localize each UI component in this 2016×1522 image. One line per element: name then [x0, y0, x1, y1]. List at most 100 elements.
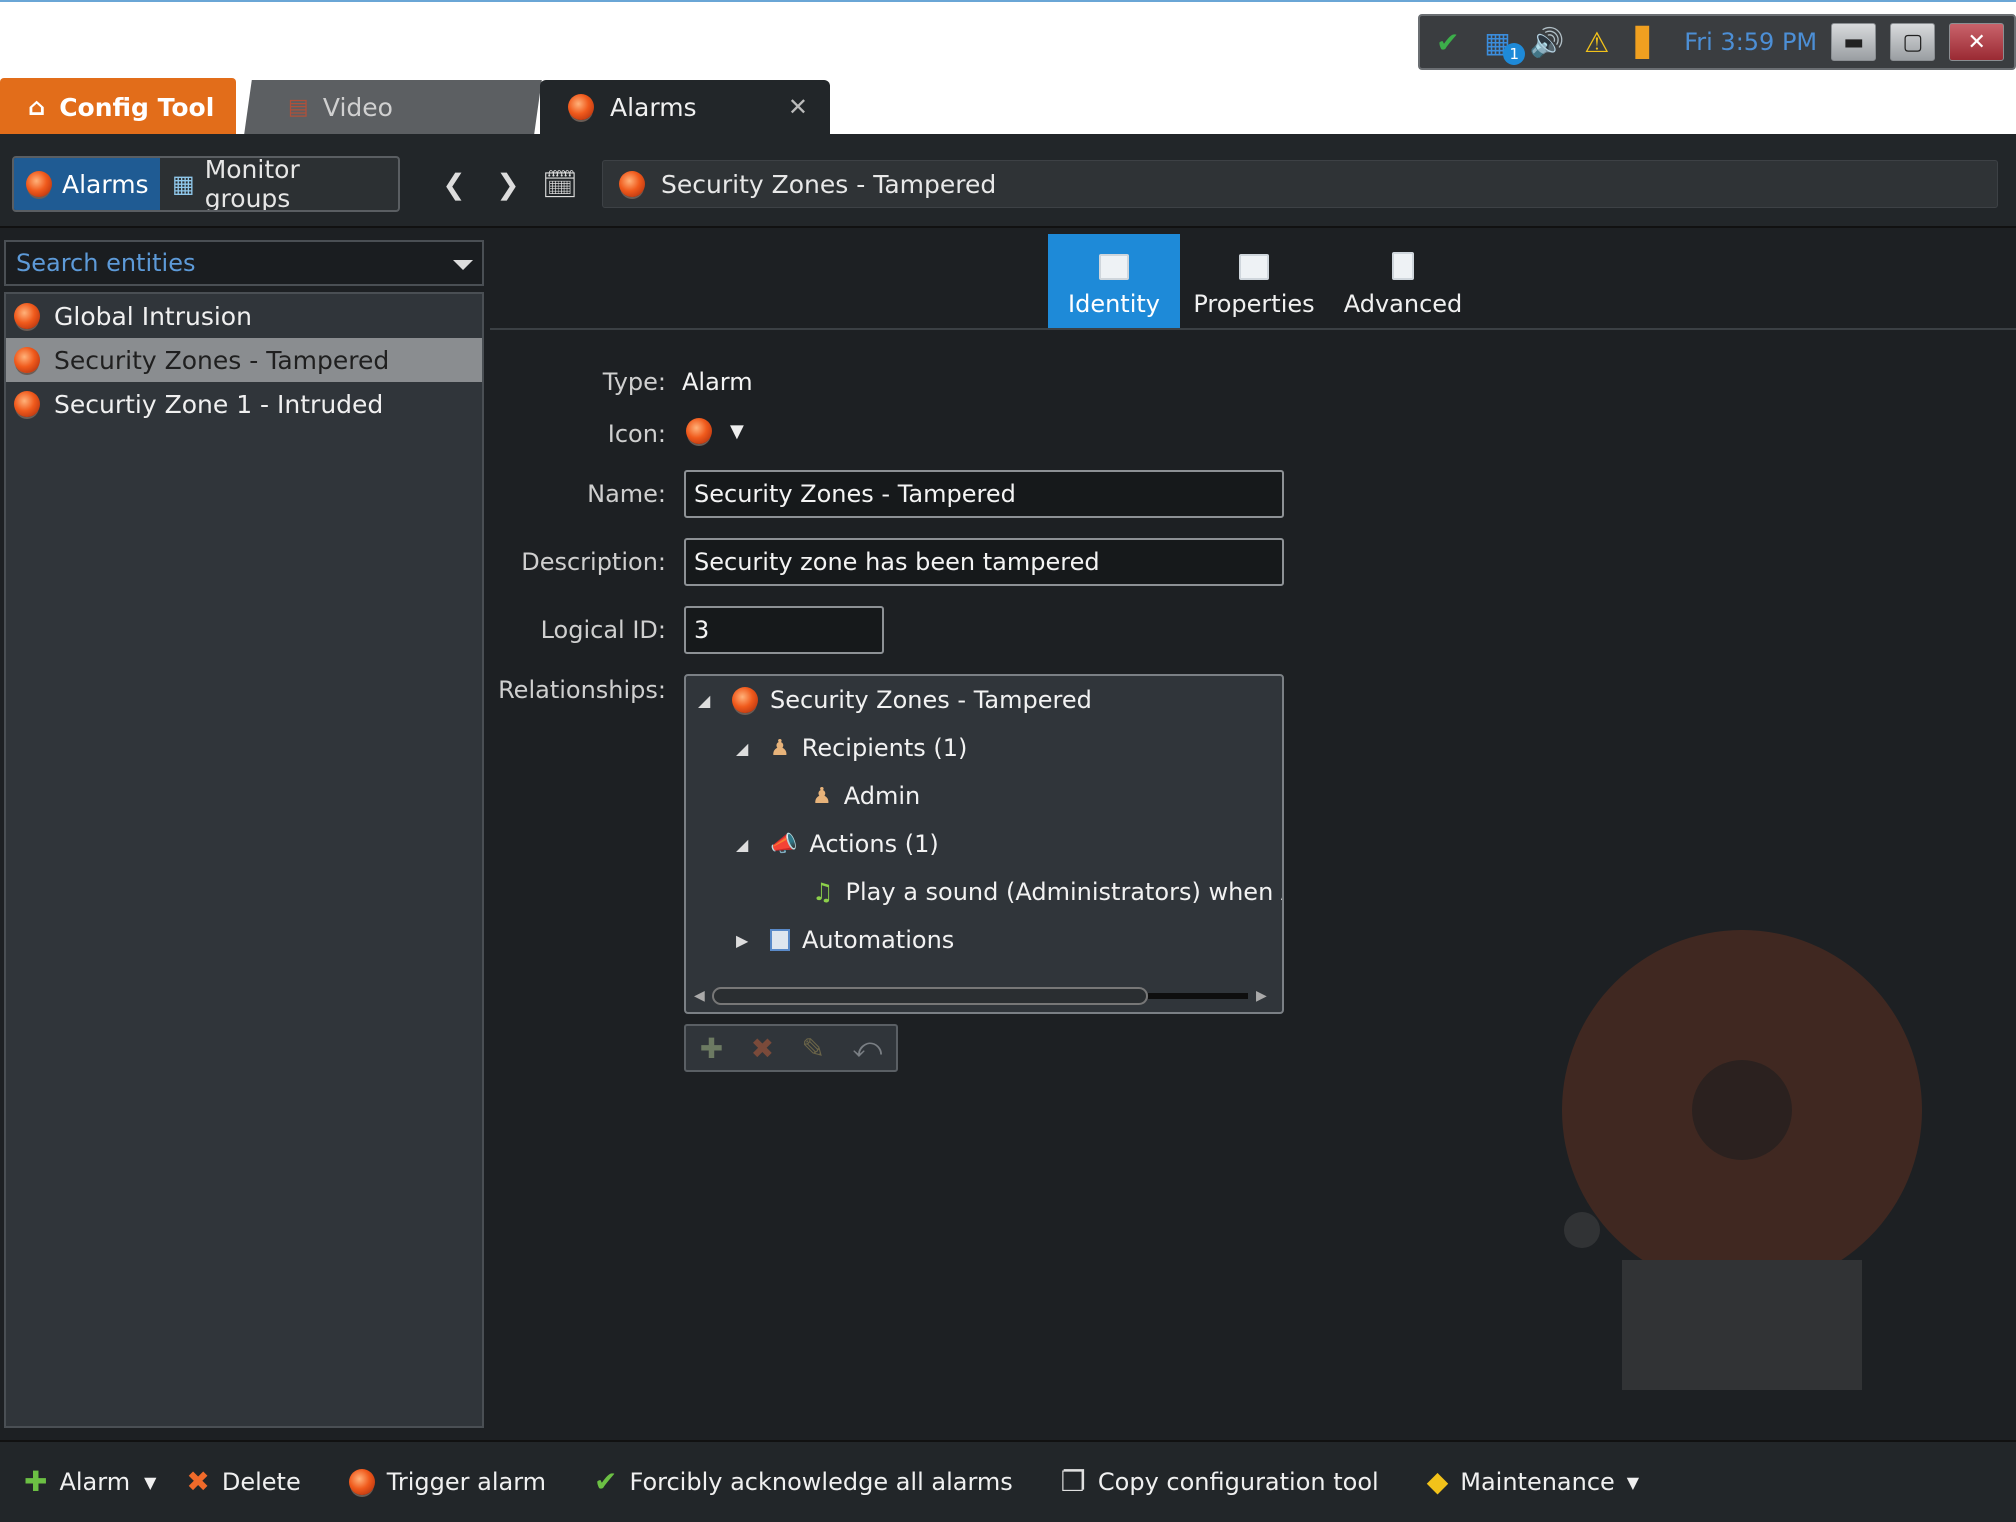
tab-label: Advanced	[1343, 290, 1463, 318]
maximize-button[interactable]: ▢	[1890, 23, 1936, 61]
delete-icon: ✖	[186, 1465, 210, 1498]
tab-label: Properties	[1193, 290, 1315, 318]
close-button[interactable]: ✕	[1949, 23, 2004, 61]
alarm-icon	[26, 171, 52, 197]
forward-button[interactable]: ❯	[488, 164, 528, 204]
list-item[interactable]: Security Zones - Tampered	[6, 338, 482, 382]
seg-monitor-groups-button[interactable]: ▦ Monitor groups	[160, 158, 398, 210]
tree-node-automations[interactable]: ▶ Automations	[736, 926, 954, 954]
system-tray: ✔ ▦ 1 🔊 ⚠ ▋ Fri 3:59 PM ▬ ▢ ✕	[1418, 14, 2016, 70]
collapse-icon[interactable]: ◢	[736, 739, 758, 758]
copy-icon: ❐	[1060, 1465, 1086, 1498]
type-label: Type:	[602, 368, 666, 396]
add-alarm-button[interactable]: ✚ Alarm	[24, 1465, 131, 1498]
seg-label: Alarms	[62, 169, 149, 199]
tab-video[interactable]: ▤ Video	[244, 80, 542, 134]
tab-label: Identity	[1068, 290, 1160, 318]
list-item[interactable]: Global Intrusion	[6, 294, 482, 338]
checkmark-icon: ✔	[594, 1465, 618, 1498]
remove-icon[interactable]: ✖	[751, 1032, 774, 1065]
tree-label: Play a sound (Administrators) when Alarm	[845, 878, 1282, 906]
volume-icon[interactable]: 🔊	[1529, 23, 1565, 61]
maintenance-button[interactable]: ◆ Maintenance ▼	[1427, 1468, 1640, 1497]
name-field[interactable]: Security Zones - Tampered	[684, 470, 1284, 518]
scroll-left-icon[interactable]: ◀	[694, 988, 712, 1004]
alarm-icon	[568, 94, 594, 120]
collapse-icon[interactable]: ◢	[698, 691, 720, 710]
copy-config-button[interactable]: ❐ Copy configuration tool	[1060, 1465, 1379, 1498]
minimize-button[interactable]: ▬	[1831, 23, 1877, 61]
button-label: Delete	[221, 1468, 301, 1496]
alarm-icon	[14, 303, 40, 329]
plus-icon: ✚	[24, 1465, 48, 1498]
trigger-alarm-button[interactable]: Trigger alarm	[348, 1468, 546, 1496]
tree-label: Automations	[802, 926, 955, 954]
network-badge: 1	[1503, 43, 1526, 65]
user-key-icon: ♟	[812, 783, 832, 809]
expand-icon[interactable]: ▶	[736, 931, 758, 950]
history-icon[interactable]: 🗓	[540, 164, 580, 204]
alarm-icon	[14, 391, 40, 417]
automation-icon	[770, 929, 790, 951]
relationships-label: Relationships:	[498, 676, 666, 704]
delete-button[interactable]: ✖ Delete	[186, 1465, 301, 1498]
seg-alarms-button[interactable]: Alarms	[14, 158, 160, 210]
alarm-icon	[14, 347, 40, 373]
scroll-right-icon[interactable]: ▶	[1256, 988, 1274, 1004]
cpu-meter-icon[interactable]: ▋	[1629, 23, 1665, 61]
properties-icon	[1239, 254, 1269, 280]
force-acknowledge-button[interactable]: ✔ Forcibly acknowledge all alarms	[594, 1465, 1013, 1498]
bottom-toolbar: ✚ Alarm ▼ ✖ Delete Trigger alarm ✔ Forci…	[0, 1440, 2016, 1522]
alarm-icon	[732, 687, 758, 713]
tab-config-tool[interactable]: ⌂ Config Tool	[0, 78, 236, 136]
tab-alarms[interactable]: Alarms ✕	[540, 80, 830, 134]
tab-properties[interactable]: Properties	[1180, 234, 1328, 328]
edit-icon[interactable]: ✎	[801, 1032, 824, 1065]
tree-label: Security Zones - Tampered	[770, 686, 1092, 714]
button-label: Alarm	[59, 1468, 131, 1496]
tree-node-admin[interactable]: ♟ Admin	[812, 782, 920, 810]
filter-icon[interactable]: ⏷	[452, 248, 474, 282]
tab-label: Config Tool	[59, 92, 215, 122]
list-item[interactable]: Securtiy Zone 1 - Intruded	[6, 382, 482, 426]
tab-label: Alarms	[610, 92, 697, 122]
clock[interactable]: Fri 3:59 PM	[1684, 28, 1817, 56]
tab-advanced[interactable]: Advanced	[1328, 234, 1478, 328]
link-icon[interactable]: ⤺	[852, 1031, 882, 1065]
warning-icon[interactable]: ⚠	[1579, 23, 1615, 61]
relationships-tree: ◢ Security Zones - Tampered ◢ ♟ Recipien…	[684, 674, 1284, 1014]
back-button[interactable]: ❮	[434, 164, 474, 204]
scroll-thumb[interactable]	[712, 987, 1148, 1005]
icon-picker[interactable]: ▼	[686, 418, 744, 444]
list-item-label: Security Zones - Tampered	[54, 345, 390, 375]
logical-id-field[interactable]: 3	[684, 606, 884, 654]
list-item-label: Securtiy Zone 1 - Intruded	[54, 389, 384, 419]
collapse-icon[interactable]: ◢	[736, 835, 758, 854]
tree-label: Admin	[843, 782, 921, 810]
alarm-watermark-icon	[1562, 930, 1922, 1390]
tab-identity[interactable]: Identity	[1048, 234, 1180, 328]
description-field[interactable]: Security zone has been tampered	[684, 538, 1284, 586]
network-icon[interactable]: ▦ 1	[1480, 23, 1526, 65]
add-icon[interactable]: ✚	[700, 1032, 723, 1065]
chevron-down-icon: ▼	[144, 1472, 157, 1492]
tree-node-recipients[interactable]: ◢ ♟ Recipients (1)	[736, 734, 967, 762]
horizontal-scrollbar[interactable]: ◀ ▶	[694, 986, 1274, 1006]
search-input[interactable]	[16, 249, 436, 277]
chevron-down-icon: ▼	[1626, 1472, 1640, 1492]
tree-node-actions[interactable]: ◢ 📣 Actions (1)	[736, 830, 939, 858]
button-label: Copy configuration tool	[1097, 1468, 1379, 1496]
content-tabs: Identity Properties Advanced	[1048, 234, 1478, 328]
alarm-icon	[348, 1469, 375, 1495]
tree-label: Recipients (1)	[801, 734, 968, 762]
megaphone-icon: 📣	[770, 831, 798, 857]
type-value: Alarm	[682, 368, 753, 396]
close-tab-icon[interactable]: ✕	[788, 93, 808, 121]
add-alarm-dropdown[interactable]: ▼	[144, 1473, 156, 1492]
tree-node-play-sound[interactable]: ♫ Play a sound (Administrators) when Ala…	[812, 878, 1282, 906]
button-label: Forcibly acknowledge all alarms	[629, 1468, 1013, 1496]
tree-node-root[interactable]: ◢ Security Zones - Tampered	[698, 686, 1092, 714]
breadcrumb: Security Zones - Tampered	[602, 160, 1998, 208]
status-ok-icon[interactable]: ✔	[1430, 23, 1466, 61]
tab-label: Video	[322, 92, 393, 122]
